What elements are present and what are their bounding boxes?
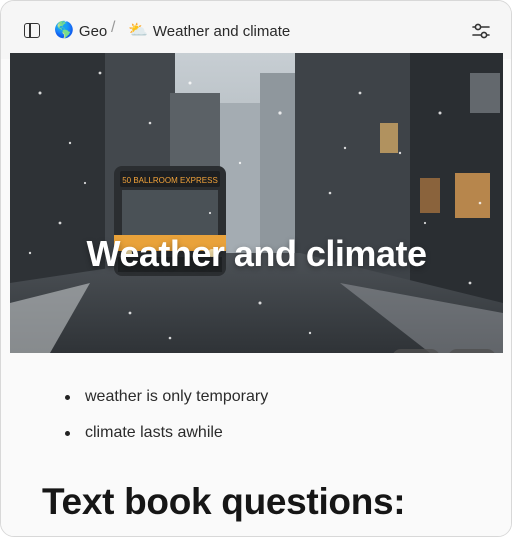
globe-icon: 🌎: [54, 22, 74, 39]
top-bar: 🌎 Geo / ⛅ Weather and climate: [1, 1, 511, 59]
sliders-icon[interactable]: [472, 23, 490, 39]
breadcrumb-item-weather[interactable]: ⛅ Weather and climate: [128, 20, 290, 42]
cover-image: 50 BALLROOM EXPRESS Weather and climate: [10, 53, 503, 353]
bullet-list: weather is only temporary climate lasts …: [65, 387, 268, 459]
breadcrumb-separator: /: [111, 19, 116, 36]
bus-sign: 50 BALLROOM EXPRESS: [122, 176, 218, 185]
breadcrumb-label: Weather and climate: [152, 22, 291, 40]
list-item[interactable]: climate lasts awhile: [65, 423, 268, 459]
section-heading[interactable]: Text book questions:: [42, 481, 406, 523]
list-item[interactable]: weather is only temporary: [65, 387, 268, 423]
sun-cloud-icon: ⛅: [128, 22, 148, 39]
sidebar-toggle-icon[interactable]: [24, 23, 40, 38]
snowy-street-photo: 50 BALLROOM EXPRESS: [10, 53, 503, 353]
breadcrumb-item-geo[interactable]: 🌎 Geo: [54, 20, 107, 42]
cover-title: Weather and climate: [86, 233, 427, 274]
breadcrumb-label: Geo: [78, 22, 108, 40]
app-window: 🌎 Geo / ⛅ Weather and climate 50 BALLROO…: [0, 0, 512, 537]
